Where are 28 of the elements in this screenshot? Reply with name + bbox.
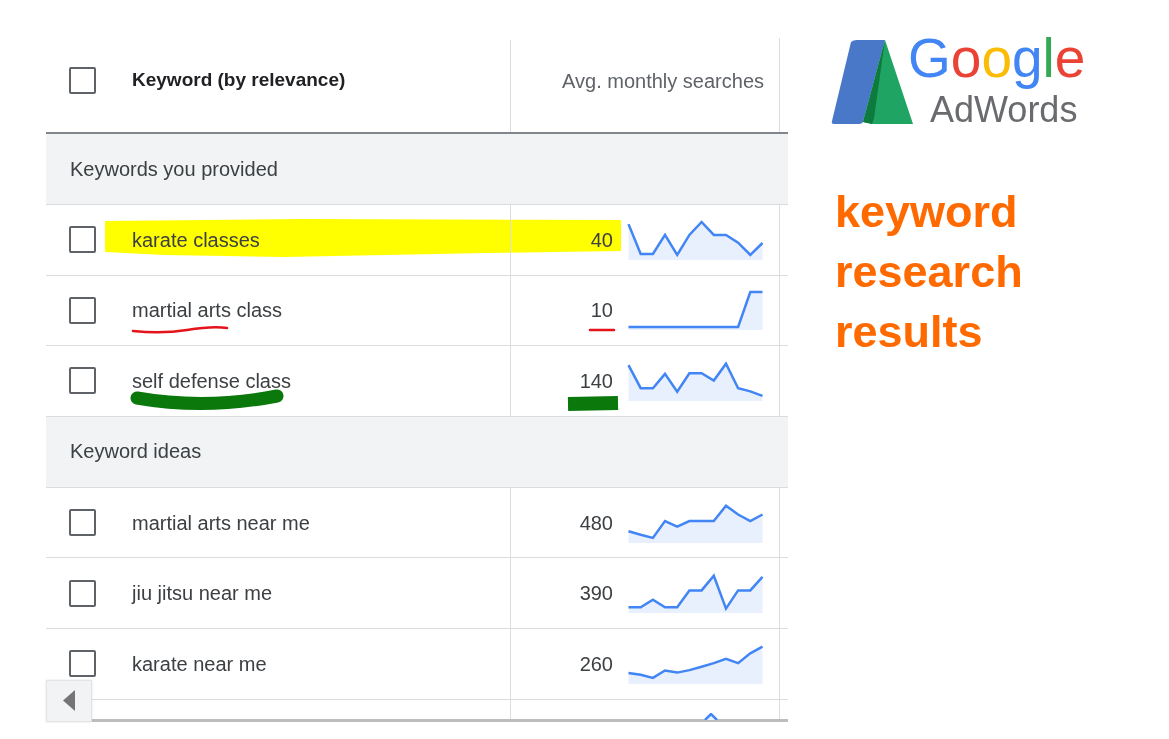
search-count: 260 xyxy=(579,651,613,676)
checkbox[interactable] xyxy=(69,367,96,395)
keyword-text: karate near me xyxy=(132,651,267,676)
checkbox[interactable] xyxy=(69,579,96,607)
checkbox[interactable] xyxy=(69,650,96,678)
search-count: 140 xyxy=(579,369,613,393)
search-count: 390 xyxy=(579,581,613,606)
group-label: Keyword ideas xyxy=(70,440,202,464)
checkbox[interactable] xyxy=(69,509,96,537)
search-count: 480 xyxy=(579,510,613,535)
checkbox[interactable] xyxy=(69,296,96,324)
keyword-text: karate classes xyxy=(132,227,260,252)
keyword-text: self defense class xyxy=(132,369,291,393)
checkbox[interactable] xyxy=(69,66,96,94)
keyword-text: martial arts class xyxy=(132,298,283,323)
logo-product-name: AdWords xyxy=(930,92,1079,128)
caret-left-icon xyxy=(63,690,75,712)
column-header[interactable]: Keyword (by relevance) xyxy=(132,69,346,91)
keyword-text: martial arts near me xyxy=(132,510,310,535)
scroll-left-button[interactable] xyxy=(46,679,92,722)
search-count: 40 xyxy=(590,227,613,252)
column-header[interactable]: Avg. monthly searches xyxy=(562,69,764,93)
keyword-text: jiu jitsu near me xyxy=(132,581,273,606)
checkbox[interactable] xyxy=(69,226,96,254)
horizontal-scrollbar[interactable] xyxy=(92,718,788,722)
search-count: 10 xyxy=(590,298,613,323)
group-label: Keywords you provided xyxy=(70,157,278,181)
caption-heading: keyword research results xyxy=(835,185,1024,359)
